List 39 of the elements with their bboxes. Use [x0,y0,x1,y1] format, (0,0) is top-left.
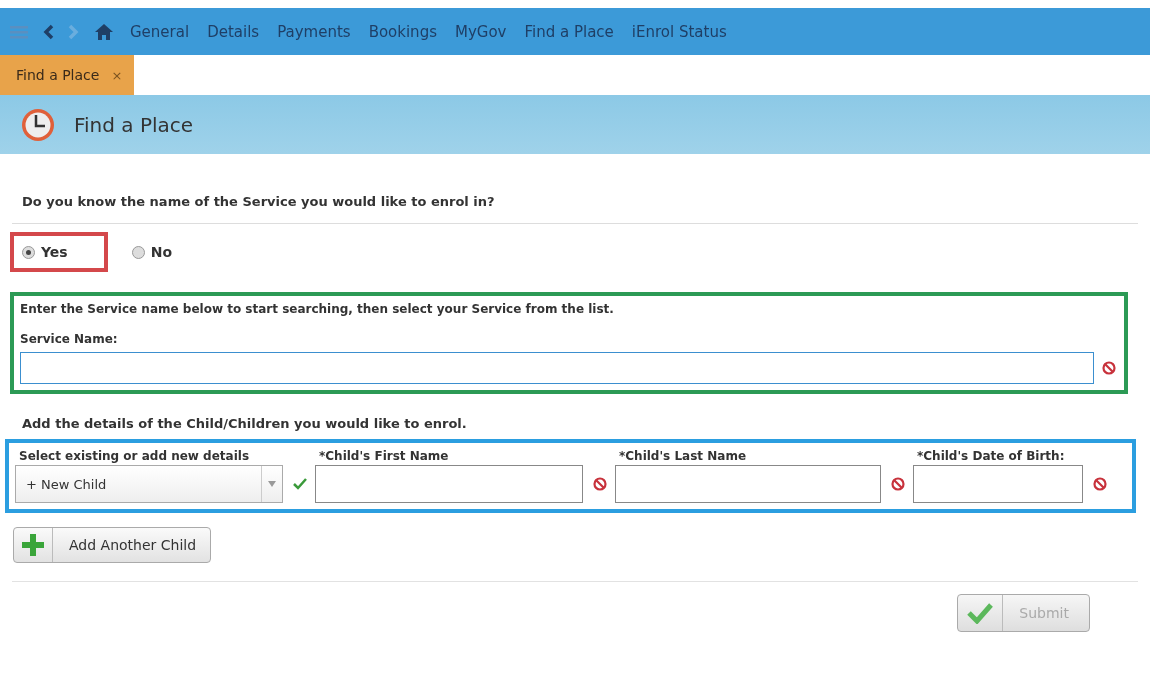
check-icon [293,478,307,490]
add-child-button[interactable]: Add Another Child [13,527,212,563]
field-label: *Child's First Name [318,449,450,463]
radio-icon[interactable] [131,245,145,259]
nav-link[interactable]: Payments [275,22,353,41]
close-icon[interactable]: × [111,67,123,83]
back-icon[interactable] [42,23,54,40]
nav-link[interactable]: MyGov [452,22,509,41]
dropdown[interactable]: + New Child [15,465,283,503]
instruction-text: Enter the Service name below to start searching, then select your Service from the list. [20,302,615,316]
error-icon [891,477,905,491]
radio-option[interactable]: Yes [22,244,68,260]
tab[interactable]: Find a Place × [0,55,135,95]
caret-icon [268,481,276,487]
input-field[interactable] [913,465,1083,503]
nav-link[interactable]: Find a Place [522,22,616,41]
check-icon [967,602,994,624]
field-label: Select existing or add new details [18,449,251,463]
home-icon[interactable] [94,22,114,41]
radio-icon[interactable] [22,245,35,259]
section-heading: Add the details of the Child/Children you would like to enrol. [22,416,468,431]
error-icon [1102,361,1116,375]
nav-link[interactable]: Details [205,22,262,41]
page-title: Find a Place [74,112,194,137]
error-icon [1093,477,1107,491]
clock-icon [20,106,56,143]
input-field[interactable] [615,465,881,503]
nav-link[interactable]: Bookings [366,22,439,41]
nav-link[interactable]: iEnrol Status [629,22,729,41]
nav-link[interactable]: General [128,22,192,41]
field-label: Service Name: [20,332,119,346]
field-label: *Child's Last Name [618,449,748,463]
question-text: Do you know the name of the Service you would like to enrol in? [22,194,496,209]
field-label: *Child's Date of Birth: [916,449,1066,463]
input-field[interactable] [20,352,1094,384]
radio-option[interactable]: No [131,244,173,260]
plus-icon [22,534,44,556]
input-field[interactable] [315,465,583,503]
error-icon [593,477,607,491]
